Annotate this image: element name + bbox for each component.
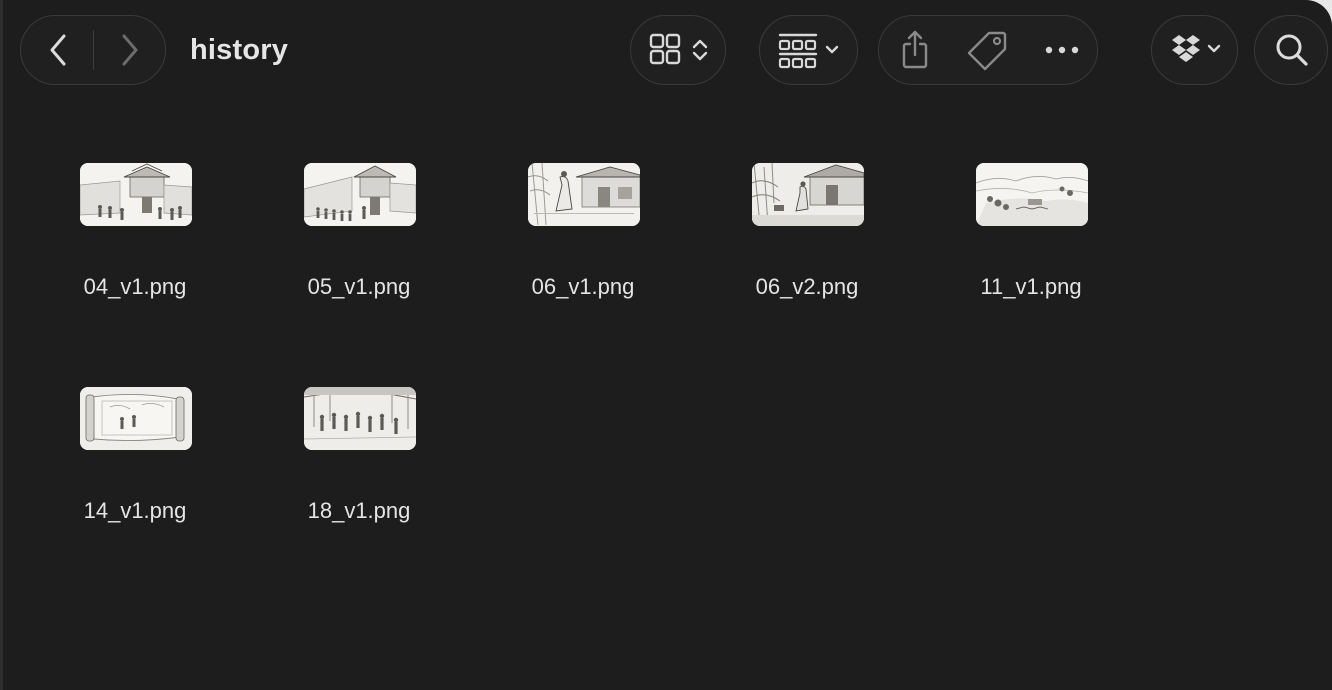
- file-thumbnail: [752, 163, 864, 226]
- more-button[interactable]: [1039, 26, 1085, 74]
- file-name: 14_v1.png: [83, 498, 187, 523]
- folder-title: history: [190, 34, 289, 66]
- group-by-button[interactable]: [759, 15, 858, 85]
- file-item[interactable]: 11_v1.png: [941, 150, 1121, 310]
- file-thumbnail: [80, 163, 192, 226]
- nav-divider: [93, 30, 94, 70]
- file-name: 18_v1.png: [307, 498, 411, 523]
- file-thumbnail: [976, 163, 1088, 226]
- file-name: 06_v1.png: [531, 274, 635, 299]
- actions-group: [878, 15, 1098, 85]
- file-name: 05_v1.png: [307, 274, 411, 299]
- search-icon: [1276, 34, 1308, 66]
- file-name: 04_v1.png: [83, 274, 187, 299]
- file-item[interactable]: 04_v1.png: [45, 150, 225, 310]
- file-item[interactable]: 05_v1.png: [269, 150, 449, 310]
- file-thumbnail: [80, 387, 192, 450]
- file-item[interactable]: 14_v1.png: [45, 374, 225, 534]
- file-thumbnail: [304, 163, 416, 226]
- back-button[interactable]: [39, 30, 79, 70]
- tag-icon: [967, 31, 1007, 71]
- file-item[interactable]: 06_v2.png: [717, 150, 897, 310]
- file-name: 06_v2.png: [755, 274, 859, 299]
- view-mode-button[interactable]: [630, 15, 726, 85]
- more-icon: [1045, 46, 1079, 54]
- tag-button[interactable]: [965, 26, 1011, 74]
- grid-view-icon: [649, 33, 708, 65]
- search-button[interactable]: [1254, 15, 1328, 85]
- share-icon: [902, 30, 928, 69]
- group-by-icon: [778, 33, 839, 69]
- window-edge: [0, 0, 3, 690]
- finder-window: history 04_v1.png 05_v1.png 06_v1.png 06…: [0, 0, 1332, 690]
- file-thumbnail: [528, 163, 640, 226]
- navigation-group: [20, 15, 166, 85]
- file-item[interactable]: 18_v1.png: [269, 374, 449, 534]
- dropbox-button[interactable]: [1151, 15, 1238, 85]
- file-item[interactable]: 06_v1.png: [493, 150, 673, 310]
- dropbox-icon: [1172, 35, 1221, 62]
- forward-button[interactable]: [109, 30, 149, 70]
- chevron-left-icon: [50, 34, 66, 66]
- file-name: 11_v1.png: [980, 274, 1082, 299]
- file-thumbnail: [304, 387, 416, 450]
- chevron-right-icon: [122, 34, 138, 66]
- share-button[interactable]: [893, 26, 937, 74]
